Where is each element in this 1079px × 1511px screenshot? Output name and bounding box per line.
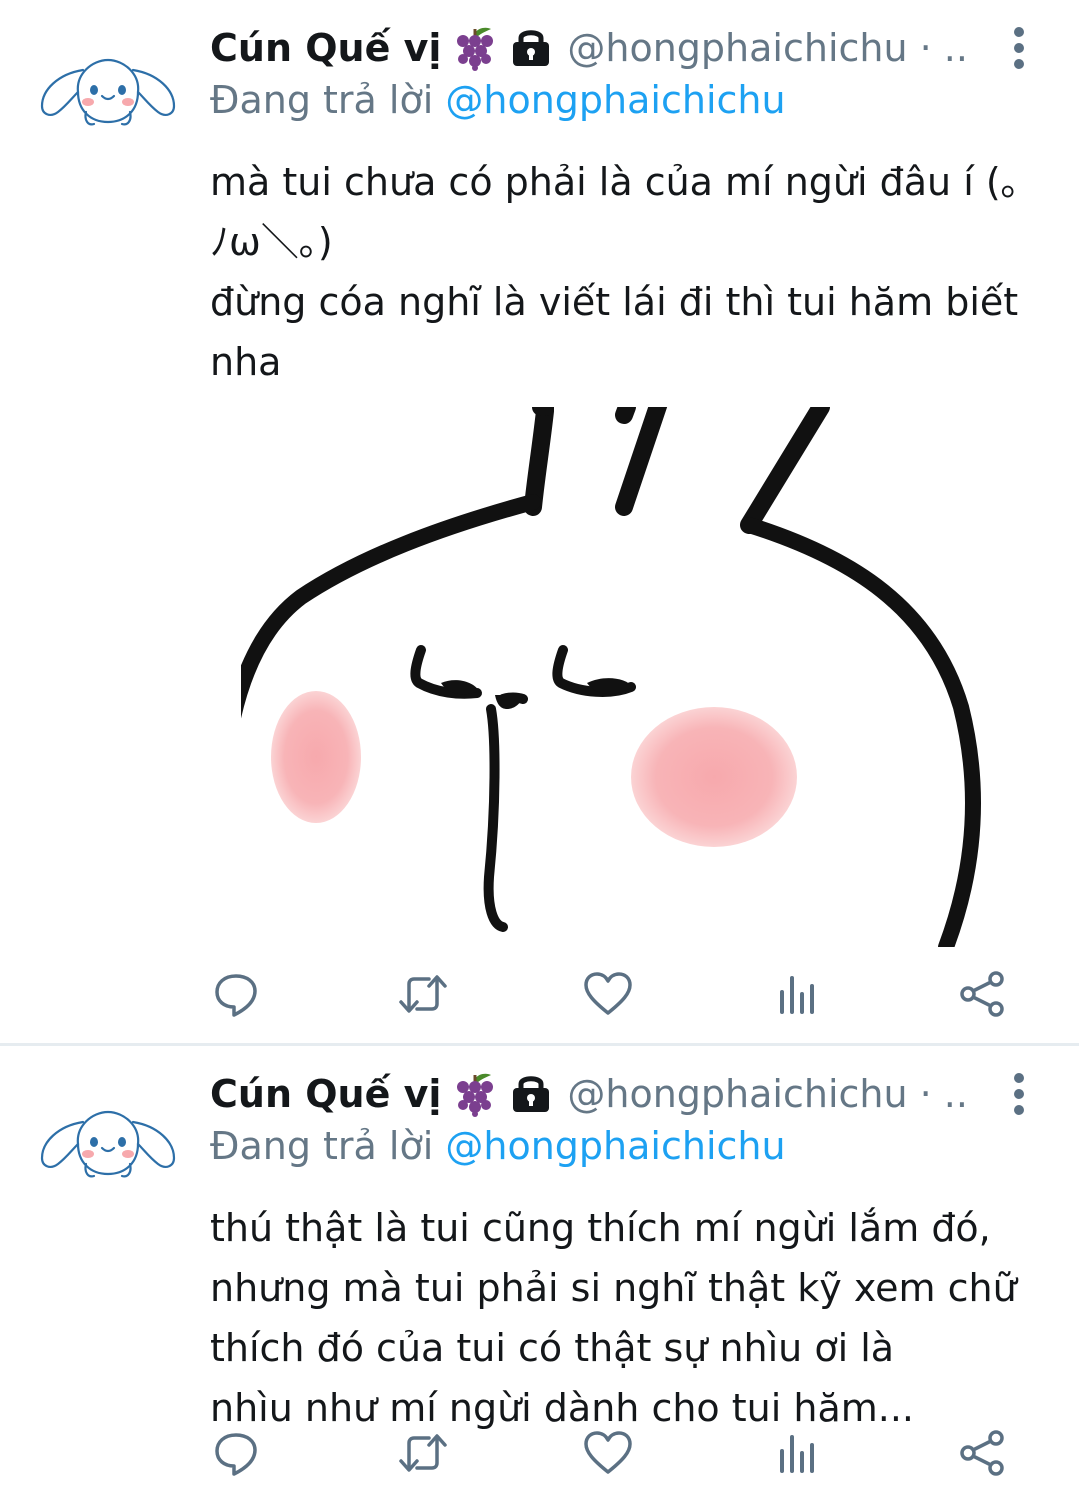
share-icon (960, 1430, 1004, 1476)
replying-to: Đang trả lời @hongphaichichu (210, 1124, 786, 1168)
cinnamoroll-avatar-icon (40, 1110, 176, 1178)
lock-icon (509, 28, 553, 68)
display-name[interactable]: Cún Quế vị (210, 1072, 441, 1116)
more-options-icon[interactable] (1007, 26, 1031, 74)
tweet-text-line: thích đó của tui có thật sự nhìu ơi là (210, 1326, 895, 1370)
retweet-button[interactable] (393, 1423, 453, 1483)
like-icon (584, 972, 632, 1015)
like-icon (584, 1431, 632, 1474)
replying-prefix: Đang trả lời (210, 1124, 434, 1168)
tweet-text-line: thú thật là tui cũng thích mí ngừi lắm đ… (210, 1206, 991, 1250)
user-handle[interactable]: @hongphaichichu · ... (567, 1072, 969, 1116)
like-button[interactable] (578, 964, 638, 1024)
grapes-icon (453, 25, 497, 71)
share-button[interactable] (952, 964, 1012, 1024)
analytics-icon (780, 1435, 814, 1473)
share-icon (960, 971, 1004, 1017)
user-handle[interactable]: @hongphaichichu · ... (567, 26, 969, 70)
more-options-icon[interactable] (1007, 1072, 1031, 1120)
like-button[interactable] (578, 1423, 638, 1483)
analytics-icon (780, 976, 814, 1014)
tweet-text: mà tui chưa có phải là của mí ngừi đâu í… (210, 152, 1040, 392)
retweet-icon (399, 975, 447, 1013)
tweet-text-line: nha (210, 340, 282, 384)
lock-icon (509, 1074, 553, 1114)
avatar[interactable] (38, 52, 178, 132)
tweet-actions (210, 964, 1010, 1024)
replying-prefix: Đang trả lời (210, 78, 434, 122)
retweet-icon (399, 1434, 447, 1472)
analytics-button[interactable] (766, 1423, 826, 1483)
analytics-button[interactable] (766, 964, 826, 1024)
tweet-image[interactable] (241, 407, 985, 947)
tweet[interactable]: Cún Quế vị @hongphaichichu · ... Đang tr… (0, 0, 1079, 1044)
tweet-text-line: nhưng mà tui phải si nghĩ thật kỹ xem ch… (210, 1266, 1017, 1310)
reply-button[interactable] (206, 1423, 266, 1483)
tweet-text-line: ﾉω＼｡) (210, 220, 333, 264)
reply-icon (215, 974, 257, 1017)
tweet-text: thú thật là tui cũng thích mí ngừi lắm đ… (210, 1198, 1040, 1438)
tweet-text-line: mà tui chưa có phải là của mí ngừi đâu í… (210, 160, 1020, 204)
share-button[interactable] (952, 1423, 1012, 1483)
avatar[interactable] (38, 1104, 178, 1184)
reply-button[interactable] (206, 964, 266, 1024)
display-name[interactable]: Cún Quế vị (210, 26, 441, 70)
tweet-header: Cún Quế vị @hongphaichichu · ... (210, 22, 969, 74)
tweet[interactable]: Cún Quế vị @hongphaichichu · ... Đang tr… (0, 1046, 1079, 1511)
bunny-face-sticker (241, 407, 981, 947)
replying-to: Đang trả lời @hongphaichichu (210, 78, 786, 122)
grapes-icon (453, 1071, 497, 1117)
tweet-actions (210, 1423, 1010, 1483)
reply-icon (215, 1433, 257, 1476)
tweet-header: Cún Quế vị @hongphaichichu · ... (210, 1068, 969, 1120)
replying-to-link[interactable]: @hongphaichichu (445, 1124, 785, 1168)
replying-to-link[interactable]: @hongphaichichu (445, 78, 785, 122)
retweet-button[interactable] (393, 964, 453, 1024)
cinnamoroll-avatar-icon (40, 58, 176, 126)
tweet-text-line: đừng cóa nghĩ là viết lái đi thì tui hăm… (210, 280, 1019, 324)
